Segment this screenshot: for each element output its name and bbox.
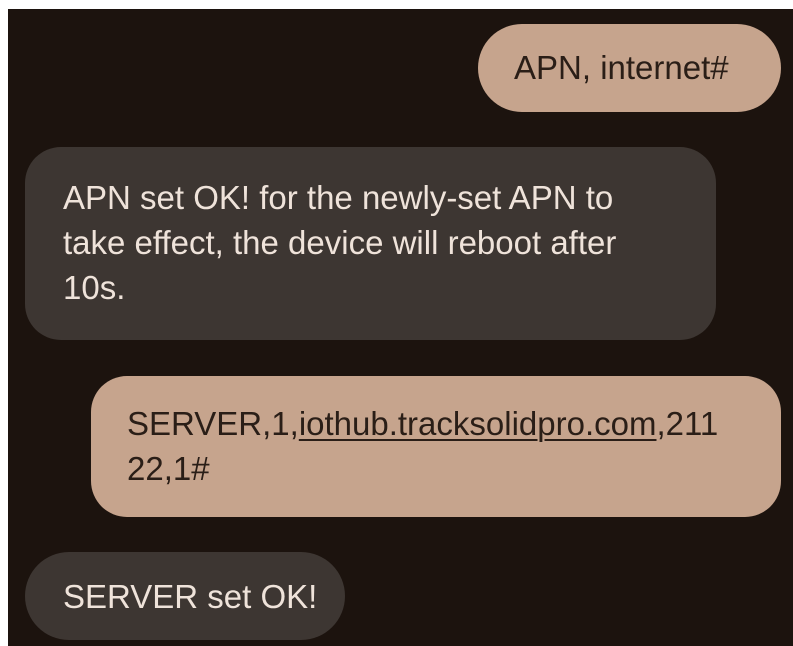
- message-text-line-1: SERVER,1,iothub.tracksolidpro.com,211: [127, 401, 761, 446]
- message-text: SERVER set OK!: [63, 578, 318, 615]
- message-text-line-3: 10s.: [63, 269, 126, 306]
- received-message-apn-confirm[interactable]: APN set OK! for the newly-set APN to tak…: [25, 147, 716, 340]
- message-text-line-2: take effect, the device will reboot afte…: [63, 224, 617, 261]
- sent-message-apn[interactable]: APN, internet#: [478, 24, 781, 112]
- message-text-line-1: APN set OK! for the newly-set APN to: [63, 179, 614, 216]
- message-suffix: ,211: [656, 405, 719, 442]
- message-text-line-2: 22,1#: [127, 450, 210, 487]
- server-url-link[interactable]: iothub.tracksolidpro.com: [299, 405, 657, 442]
- sent-message-server[interactable]: SERVER,1,iothub.tracksolidpro.com,211 22…: [91, 376, 781, 517]
- message-prefix: SERVER,1,: [127, 405, 299, 442]
- received-message-server-confirm[interactable]: SERVER set OK!: [25, 552, 345, 640]
- message-text: APN, internet#: [514, 49, 729, 86]
- message-thread: APN, internet# APN set OK! for the newly…: [8, 9, 793, 646]
